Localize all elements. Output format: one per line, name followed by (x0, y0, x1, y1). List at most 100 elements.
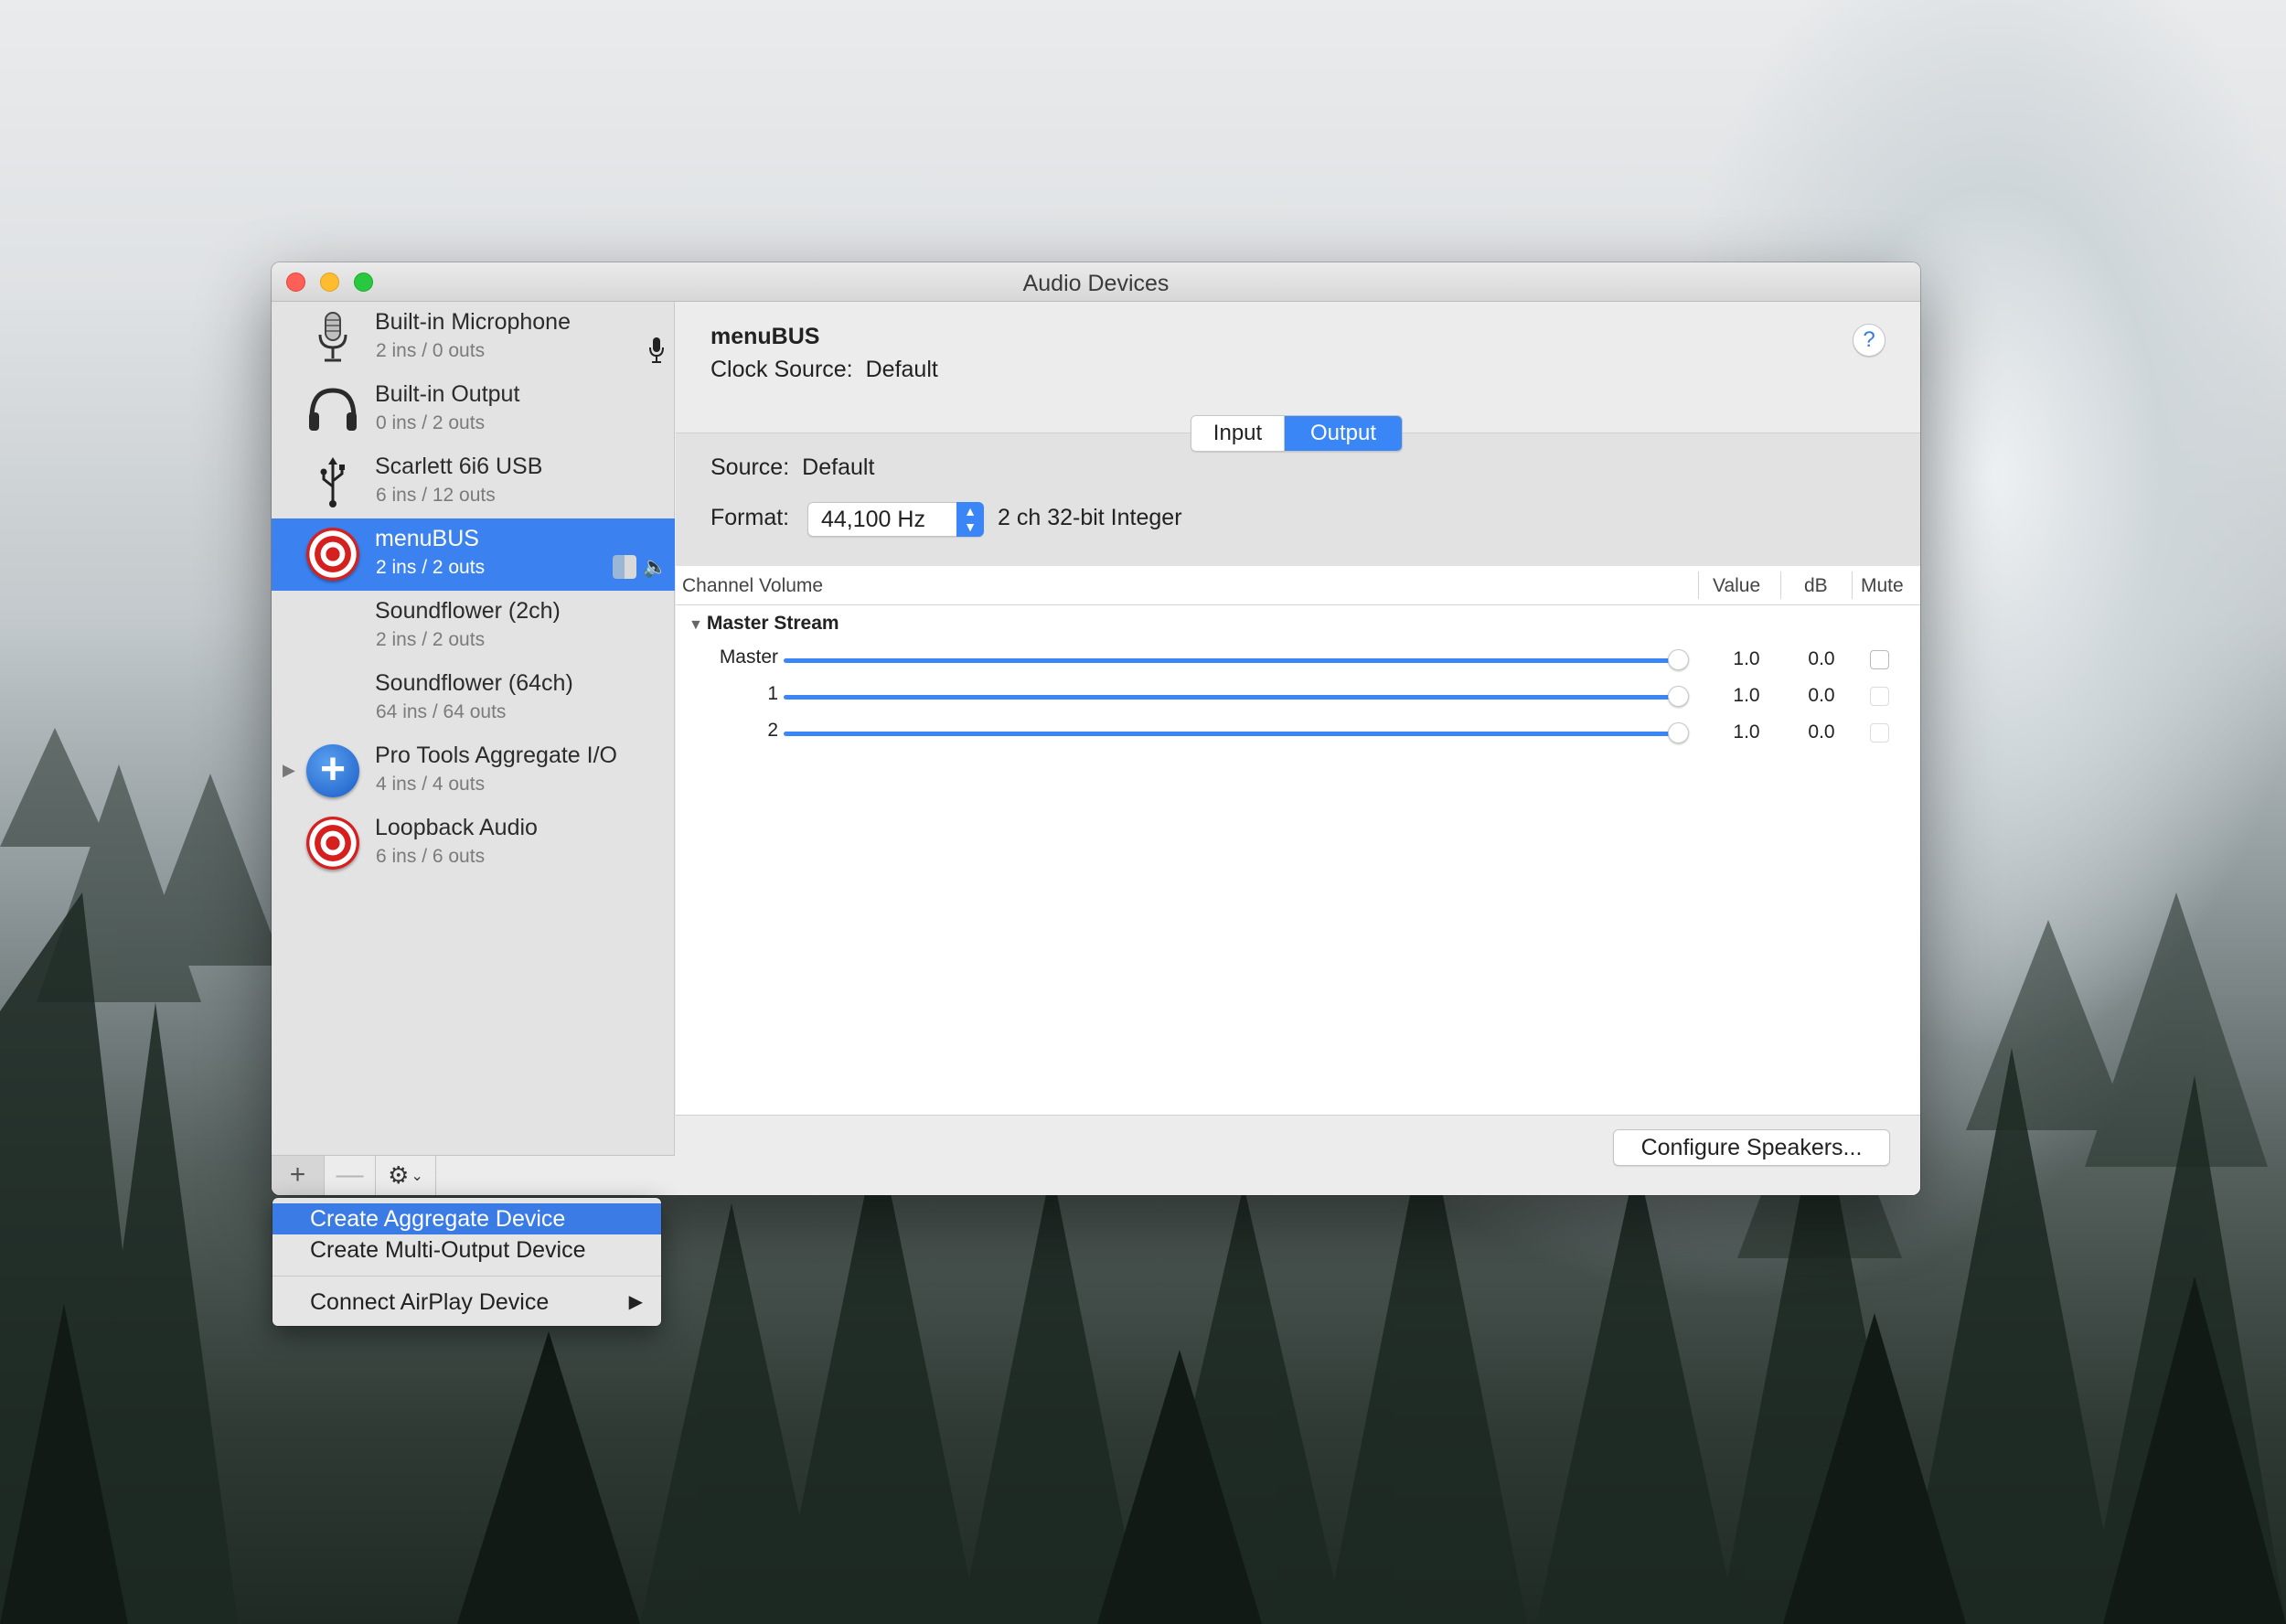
device-item-menubus[interactable]: menuBUS 2 ins / 2 outs 🔈 (272, 518, 675, 591)
table-row: Master 1.0 0.0 (676, 641, 1920, 678)
add-device-menu: Create Aggregate Device Create Multi-Out… (272, 1198, 661, 1326)
table-row: 2 1.0 0.0 (676, 714, 1920, 751)
sample-rate-value: 44,100 Hz (821, 507, 925, 532)
channel-value: 1.0 (1733, 721, 1760, 743)
mute-checkbox[interactable] (1870, 687, 1889, 706)
channel-label: 2 (767, 720, 778, 741)
device-channels: 2 ins / 2 outs (376, 557, 486, 578)
channel-db: 0.0 (1808, 721, 1835, 743)
device-name: Scarlett 6i6 USB (375, 454, 543, 479)
stream-settings-panel (676, 433, 1920, 566)
clock-source: Clock Source: Default (710, 357, 938, 383)
channel-label: Master (719, 646, 778, 668)
table-row: 1 1.0 0.0 (676, 678, 1920, 714)
disclosure-down-icon: ▼ (689, 617, 703, 633)
tab-input[interactable]: Input (1191, 416, 1285, 451)
stepper-arrows-icon: ▲ ▼ (956, 502, 984, 537)
volume-slider-track[interactable] (784, 732, 1678, 736)
clock-source-label: Clock Source: (710, 357, 853, 382)
microphone-icon (318, 312, 347, 362)
default-output-speaker-icon: 🔈 (642, 555, 668, 578)
column-header-channel-volume[interactable]: Channel Volume (682, 575, 823, 597)
column-header-value[interactable]: Value (1713, 575, 1760, 597)
device-name: Built-in Output (375, 381, 520, 407)
device-name: Built-in Microphone (375, 309, 571, 335)
volume-slider-knob[interactable] (1668, 649, 1689, 670)
menu-item-label: Connect AirPlay Device (310, 1289, 550, 1315)
channel-db: 0.0 (1808, 648, 1835, 669)
help-button[interactable]: ? (1853, 324, 1885, 357)
channel-value: 1.0 (1733, 685, 1760, 706)
volume-slider-knob[interactable] (1668, 686, 1689, 707)
device-name: Loopback Audio (375, 815, 538, 840)
device-name: Soundflower (64ch) (375, 670, 573, 696)
device-item-built-in-output[interactable]: Built-in Output 0 ins / 2 outs (272, 374, 675, 446)
device-item-pro-tools-aggregate[interactable]: ▶ + Pro Tools Aggregate I/O 4 ins / 4 ou… (272, 735, 675, 807)
device-channels: 0 ins / 2 outs (376, 412, 486, 433)
tab-output[interactable]: Output (1285, 416, 1402, 451)
mute-checkbox[interactable] (1870, 650, 1889, 669)
usb-icon (320, 457, 345, 508)
clock-source-value[interactable]: Default (866, 357, 938, 382)
format-description: 2 ch 32-bit Integer (998, 505, 1182, 530)
channel-value: 1.0 (1733, 648, 1760, 669)
audio-devices-window: Audio Devices Built-in Microphone 2 ins … (272, 262, 1920, 1195)
footer-bar: Configure Speakers... (676, 1115, 1920, 1195)
gear-icon: ⚙ (388, 1161, 410, 1189)
channel-label: 1 (767, 683, 778, 704)
sample-rate-select[interactable]: 44,100 Hz ▲ ▼ (807, 502, 984, 537)
device-name: Pro Tools Aggregate I/O (375, 743, 617, 768)
device-list[interactable]: Built-in Microphone 2 ins / 0 outs Built… (272, 302, 675, 1195)
device-channels: 64 ins / 64 outs (376, 701, 507, 722)
aggregate-plus-icon: + (306, 744, 359, 797)
window-title: Audio Devices (1022, 271, 1170, 296)
format-label: Format: (710, 505, 790, 530)
configure-speakers-button[interactable]: Configure Speakers... (1613, 1129, 1890, 1166)
device-detail-pane: menuBUS Clock Source: Default ? Input Out… (676, 302, 1920, 1195)
input-output-segmented-control: Input Output (1191, 415, 1403, 452)
device-name: menuBUS (375, 526, 479, 551)
volume-slider-track[interactable] (784, 695, 1678, 700)
device-channels: 6 ins / 6 outs (376, 846, 486, 867)
default-input-microphone-icon (649, 337, 664, 363)
source-row: Source: Default (710, 454, 874, 481)
column-header-db[interactable]: dB (1804, 575, 1828, 597)
headphones-icon (309, 388, 357, 431)
submenu-arrow-icon: ▶ (628, 1292, 643, 1312)
chevron-down-icon: ⌄ (411, 1169, 423, 1185)
gear-menu-button[interactable]: ⚙ ⌄ (376, 1156, 436, 1195)
sidebar-toolbar: + — ⚙ ⌄ (272, 1155, 675, 1195)
mute-checkbox[interactable] (1870, 723, 1889, 743)
add-device-button[interactable]: + (272, 1156, 325, 1195)
source-label: Source: (710, 454, 790, 480)
device-item-soundflower-2ch[interactable]: Soundflower (2ch) 2 ins / 2 outs (272, 591, 675, 663)
menu-separator (272, 1276, 661, 1277)
column-header-mute[interactable]: Mute (1861, 575, 1904, 597)
target-icon (306, 817, 359, 870)
source-value: Default (802, 454, 875, 480)
title-bar[interactable]: Audio Devices (272, 262, 1920, 302)
remove-device-button[interactable]: — (325, 1156, 376, 1195)
volume-slider-track[interactable] (784, 658, 1678, 663)
disclosure-triangle-icon[interactable]: ▶ (283, 761, 295, 780)
device-item-scarlett-6i6-usb[interactable]: Scarlett 6i6 USB 6 ins / 12 outs (272, 446, 675, 518)
menu-item-connect-airplay-device[interactable]: Connect AirPlay Device ▶ (272, 1287, 661, 1318)
device-item-loopback-audio[interactable]: Loopback Audio 6 ins / 6 outs (272, 807, 675, 880)
device-item-built-in-microphone[interactable]: Built-in Microphone 2 ins / 0 outs (272, 302, 675, 374)
channel-db: 0.0 (1808, 685, 1835, 706)
master-stream-group[interactable]: ▼ Master Stream (689, 613, 839, 635)
target-icon (306, 528, 359, 581)
menu-item-create-aggregate-device[interactable]: Create Aggregate Device (272, 1203, 661, 1234)
device-channels: 6 ins / 12 outs (376, 485, 496, 506)
device-channels: 2 ins / 0 outs (376, 340, 486, 361)
group-label: Master Stream (706, 613, 839, 634)
table-header: Channel Volume Value dB Mute (676, 566, 1920, 605)
system-output-finder-icon (613, 555, 636, 579)
volume-slider-knob[interactable] (1668, 722, 1689, 743)
device-channels: 2 ins / 2 outs (376, 629, 486, 650)
device-channels: 4 ins / 4 outs (376, 774, 486, 795)
device-item-soundflower-64ch[interactable]: Soundflower (64ch) 64 ins / 64 outs (272, 663, 675, 735)
device-title: menuBUS (710, 324, 820, 349)
menu-item-create-multi-output-device[interactable]: Create Multi-Output Device (272, 1234, 661, 1266)
device-name: Soundflower (2ch) (375, 598, 561, 624)
